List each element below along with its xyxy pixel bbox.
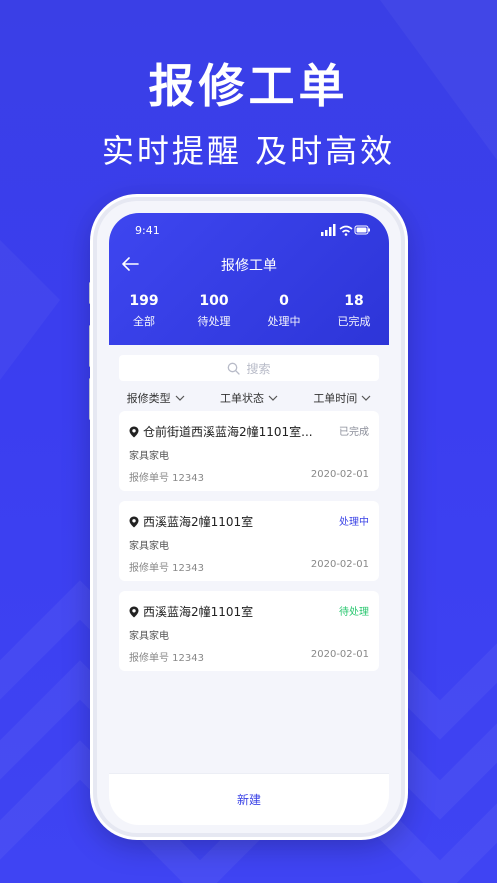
app-screen: 9:41 报修工单 199 全部 100 待处理 0 处理中 18 已完成 搜索… — [109, 213, 389, 825]
filter-order-time[interactable]: 工单时间 — [296, 387, 389, 409]
search-placeholder: 搜索 — [246, 361, 271, 376]
status-badge: 处理中 — [339, 517, 369, 528]
order-number: 报修单号 12343 — [129, 563, 204, 574]
phone-side-button — [405, 342, 408, 402]
chevron-down-icon — [175, 395, 185, 401]
new-order-button[interactable]: 新建 — [237, 791, 261, 808]
filter-label: 报修类型 — [126, 392, 171, 405]
stat-label: 已完成 — [337, 315, 371, 328]
order-category: 家具家电 — [129, 541, 169, 552]
stat-pending[interactable]: 100 待处理 — [179, 293, 249, 333]
page-title: 报修工单 — [221, 258, 277, 274]
chevron-down-icon — [268, 395, 278, 401]
search-input[interactable]: 搜索 — [119, 355, 379, 381]
phone-side-button — [89, 325, 92, 367]
order-category: 家具家电 — [129, 451, 169, 462]
location-pin-icon — [129, 606, 139, 617]
phone-side-button — [89, 282, 92, 304]
stat-value: 199 — [129, 293, 159, 309]
order-card[interactable]: 西溪蓝海2幢1101室 待处理 家具家电 报修单号 12343 2020-02-… — [119, 591, 379, 671]
status-badge: 已完成 — [339, 427, 369, 438]
address-text: 仓前街道西溪蓝海2幢1101室... — [143, 425, 313, 439]
stat-processing[interactable]: 0 处理中 — [249, 293, 319, 333]
phone-side-button — [89, 378, 92, 420]
filter-label: 工单时间 — [313, 392, 358, 405]
phone-frame: 9:41 报修工单 199 全部 100 待处理 0 处理中 18 已完成 搜索… — [93, 197, 405, 837]
address-text: 西溪蓝海2幢1101室 — [143, 605, 254, 619]
app-header: 9:41 报修工单 199 全部 100 待处理 0 处理中 18 已完成 — [109, 213, 389, 345]
status-time: 9:41 — [135, 224, 160, 237]
status-badge: 待处理 — [339, 607, 369, 618]
stat-all[interactable]: 199 全部 — [109, 293, 179, 333]
filter-label: 工单状态 — [219, 392, 264, 405]
stat-value: 100 — [199, 293, 229, 309]
order-category: 家具家电 — [129, 631, 169, 642]
location-pin-icon — [129, 516, 139, 527]
filter-repair-type[interactable]: 报修类型 — [109, 387, 202, 409]
status-bar: 9:41 — [109, 213, 389, 245]
order-date: 2020-02-01 — [310, 559, 369, 570]
promo-title: 报修工单 — [148, 59, 349, 113]
location-pin-icon — [129, 426, 139, 437]
order-address: 西溪蓝海2幢1101室 — [129, 603, 319, 620]
order-number: 报修单号 12343 — [129, 473, 204, 484]
order-card[interactable]: 西溪蓝海2幢1101室 处理中 家具家电 报修单号 12343 2020-02-… — [119, 501, 379, 581]
filter-order-status[interactable]: 工单状态 — [202, 387, 295, 409]
stat-label: 全部 — [133, 315, 155, 328]
stat-value: 0 — [279, 293, 289, 309]
filter-bar: 报修类型 工单状态 工单时间 — [109, 387, 389, 409]
order-card[interactable]: 仓前街道西溪蓝海2幢1101室... 已完成 家具家电 报修单号 12343 2… — [119, 411, 379, 491]
order-date: 2020-02-01 — [310, 469, 369, 480]
chevron-down-icon — [361, 395, 371, 401]
order-address: 仓前街道西溪蓝海2幢1101室... — [129, 423, 319, 440]
order-number: 报修单号 12343 — [129, 653, 204, 664]
order-address: 西溪蓝海2幢1101室 — [129, 513, 319, 530]
status-icons — [321, 224, 370, 236]
address-text: 西溪蓝海2幢1101室 — [143, 515, 254, 529]
stat-completed[interactable]: 18 已完成 — [319, 293, 389, 333]
stats-row: 199 全部 100 待处理 0 处理中 18 已完成 — [109, 293, 389, 333]
stat-label: 待处理 — [197, 315, 231, 328]
promo-subtitle: 实时提醒 及时高效 — [101, 132, 396, 170]
stat-value: 18 — [344, 293, 364, 309]
order-date: 2020-02-01 — [310, 649, 369, 660]
search-icon — [228, 362, 241, 375]
bottom-bar: 新建 — [109, 773, 389, 825]
stat-label: 处理中 — [267, 315, 301, 328]
